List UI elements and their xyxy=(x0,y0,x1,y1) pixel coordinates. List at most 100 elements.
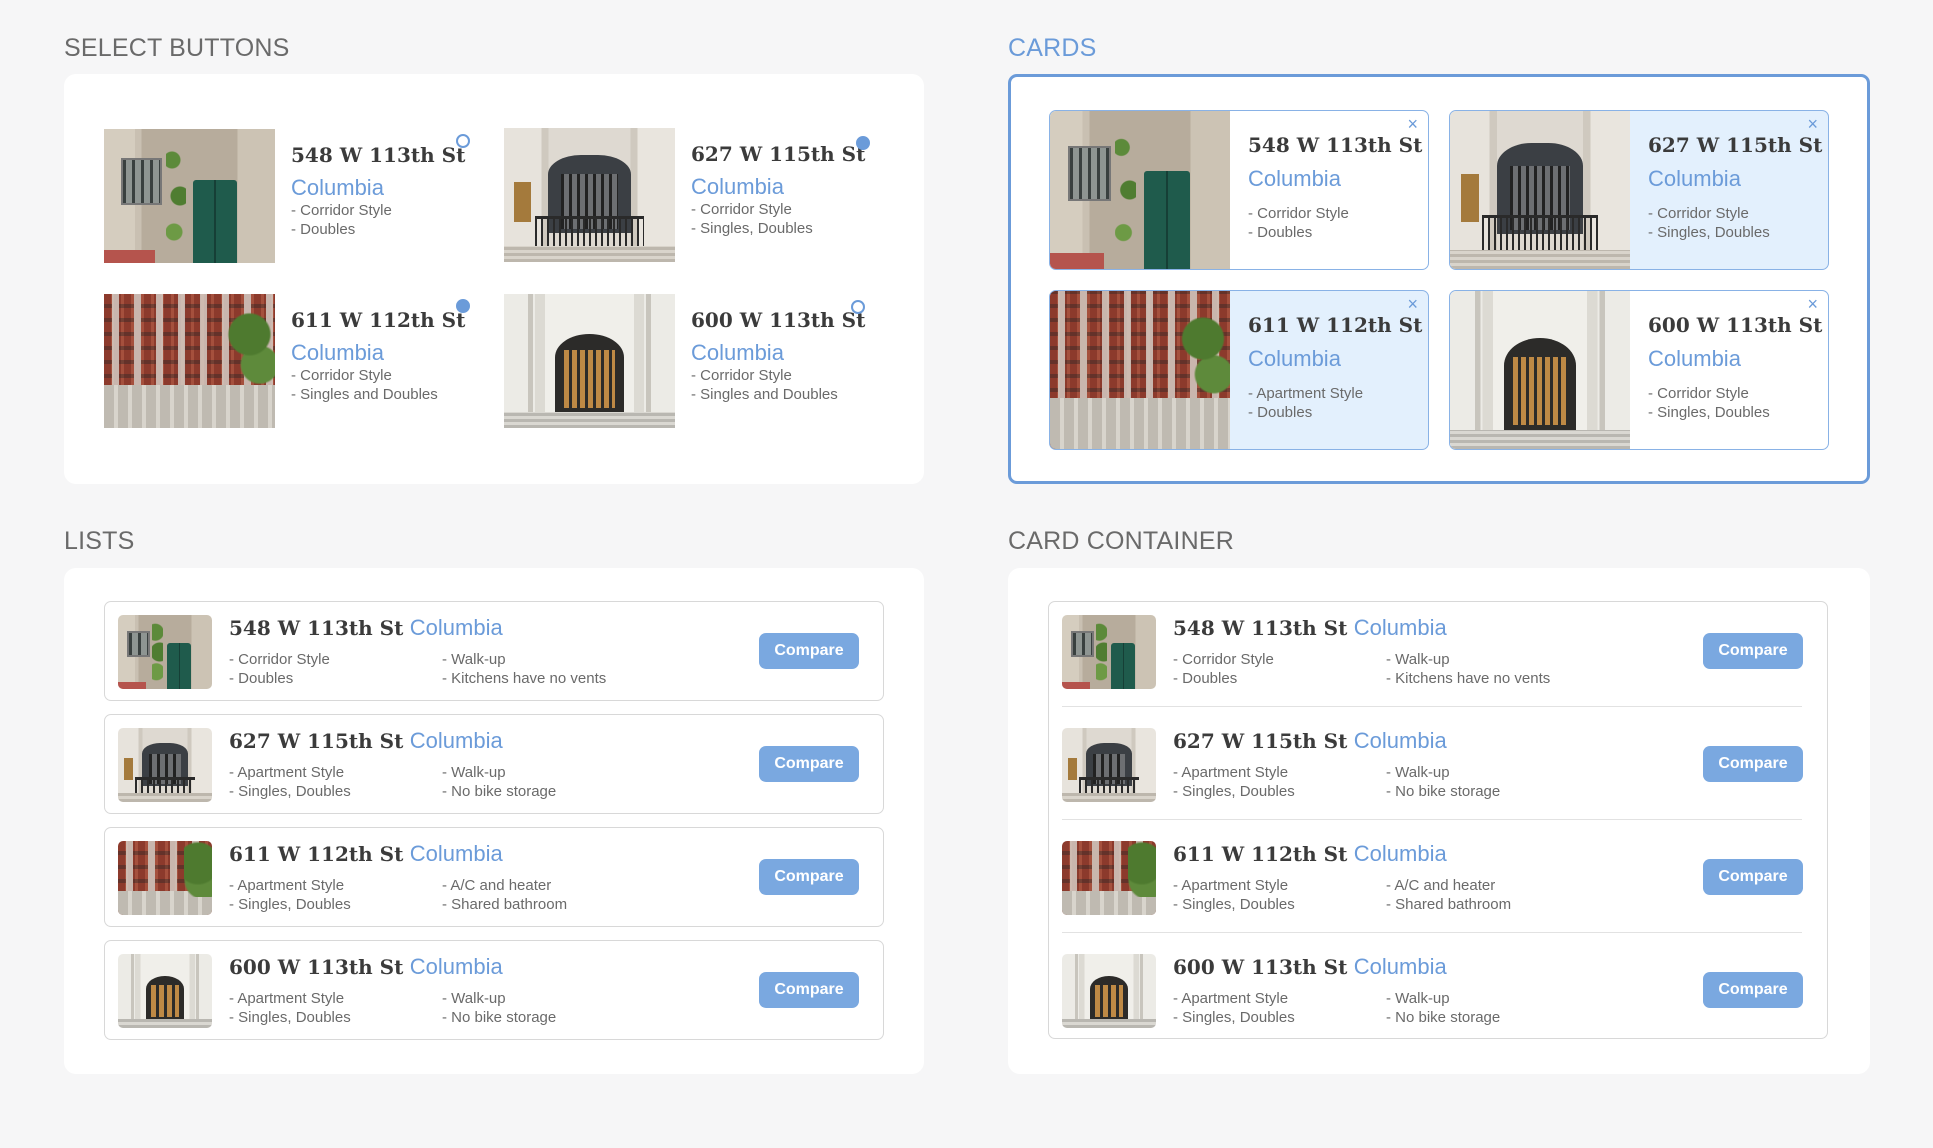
select-option-611[interactable]: 611 W 112th St Columbia - Corridor Style… xyxy=(104,294,465,428)
compare-button[interactable]: Compare xyxy=(1703,859,1803,895)
compare-button[interactable]: Compare xyxy=(1703,972,1803,1008)
listing-note: - No bike storage xyxy=(442,1009,557,1026)
section-title-card-container: CARD CONTAINER xyxy=(1008,527,1234,555)
listing-note: - Walk-up xyxy=(442,764,506,781)
radio-button-627[interactable] xyxy=(856,136,870,150)
listing-rooms: - Singles, Doubles xyxy=(1173,1009,1295,1026)
close-icon[interactable]: × xyxy=(1407,295,1418,313)
compare-button[interactable]: Compare xyxy=(759,972,859,1008)
listing-address: 600 W 113th St xyxy=(229,955,404,979)
listing-rooms: - Doubles xyxy=(1248,224,1313,241)
listing-address: 627 W 115th St xyxy=(1648,133,1823,157)
listing-rooms: - Singles, Doubles xyxy=(229,783,351,800)
listing-address: 548 W 113th St xyxy=(1248,133,1423,157)
close-icon[interactable]: × xyxy=(1807,115,1818,133)
listing-area: Columbia xyxy=(1648,346,1741,371)
listing-note: - A/C and heater xyxy=(1386,877,1496,894)
listing-style: - Corridor Style xyxy=(291,367,392,384)
building-photo xyxy=(1450,291,1630,449)
building-thumbnail xyxy=(118,728,212,802)
cards-panel: × 548 W 113th St Columbia - Corridor Sty… xyxy=(1008,74,1870,484)
listing-style: - Apartment Style xyxy=(229,990,345,1007)
listing-area: Columbia xyxy=(409,841,503,866)
building-photo xyxy=(104,129,275,263)
building-thumbnail xyxy=(1062,728,1156,802)
listing-area: Columbia xyxy=(1248,166,1341,191)
radio-button-548[interactable] xyxy=(456,134,470,148)
building-thumbnail xyxy=(118,954,212,1028)
compare-button[interactable]: Compare xyxy=(1703,633,1803,669)
compare-button[interactable]: Compare xyxy=(759,859,859,895)
listing-area: Columbia xyxy=(409,728,503,753)
listing-rooms: - Singles, Doubles xyxy=(1173,783,1295,800)
radio-button-600[interactable] xyxy=(851,300,865,314)
listing-area: Columbia xyxy=(1353,841,1447,866)
listing-address: 600 W 113th St xyxy=(1648,313,1823,337)
select-option-627[interactable]: 627 W 115th St Columbia - Corridor Style… xyxy=(504,128,865,262)
listing-style: - Corridor Style xyxy=(291,202,392,219)
listing-address: 611 W 112th St xyxy=(291,308,466,332)
card-container: 548 W 113th St Columbia - Corridor Style… xyxy=(1048,601,1828,1039)
list-item: 548 W 113th St Columbia - Corridor Style… xyxy=(104,601,884,701)
card-600[interactable]: × 600 W 113th St Columbia - Corridor Sty… xyxy=(1449,290,1829,450)
building-photo xyxy=(504,294,675,428)
list-item: 600 W 113th St Columbia - Apartment Styl… xyxy=(104,940,884,1040)
listing-style: - Corridor Style xyxy=(1648,385,1749,402)
listing-rooms: - Singles, Doubles xyxy=(1173,896,1295,913)
building-photo xyxy=(104,294,275,428)
compare-button[interactable]: Compare xyxy=(759,633,859,669)
listing-address: 627 W 115th St xyxy=(229,729,404,753)
listing-note: - Walk-up xyxy=(1386,990,1450,1007)
listing-area: Columbia xyxy=(291,340,384,365)
card-611[interactable]: × 611 W 112th St Columbia - Apartment St… xyxy=(1049,290,1429,450)
close-icon[interactable]: × xyxy=(1407,115,1418,133)
listing-address: 548 W 113th St xyxy=(229,616,404,640)
building-thumbnail xyxy=(1062,954,1156,1028)
listing-area: Columbia xyxy=(691,174,784,199)
listing-rooms: - Singles, Doubles xyxy=(1648,404,1770,421)
building-photo xyxy=(1050,291,1230,449)
select-option-600[interactable]: 600 W 113th St Columbia - Corridor Style… xyxy=(504,294,865,428)
listing-area: Columbia xyxy=(691,340,784,365)
listing-address: 600 W 113th St xyxy=(691,308,866,332)
listing-address: 548 W 113th St xyxy=(1173,616,1348,640)
listing-rooms: - Singles and Doubles xyxy=(691,386,838,403)
listing-style: - Corridor Style xyxy=(1248,205,1349,222)
list-item: 548 W 113th St Columbia - Corridor Style… xyxy=(1049,602,1827,702)
compare-button[interactable]: Compare xyxy=(759,746,859,782)
listing-note: - Shared bathroom xyxy=(442,896,568,913)
listing-address: 611 W 112th St xyxy=(1173,842,1348,866)
listing-rooms: - Doubles xyxy=(1248,404,1313,421)
listing-note: - No bike storage xyxy=(1386,783,1501,800)
listing-note: - Walk-up xyxy=(442,651,506,668)
listing-note: - Walk-up xyxy=(1386,651,1450,668)
listing-style: - Apartment Style xyxy=(1248,385,1364,402)
listing-address: 627 W 115th St xyxy=(1173,729,1348,753)
listing-note: - Walk-up xyxy=(1386,764,1450,781)
listing-rooms: - Doubles xyxy=(1173,670,1238,687)
compare-button[interactable]: Compare xyxy=(1703,746,1803,782)
listing-style: - Apartment Style xyxy=(1173,764,1289,781)
select-buttons-panel: 548 W 113th St Columbia - Corridor Style… xyxy=(64,74,924,484)
card-container-panel: 548 W 113th St Columbia - Corridor Style… xyxy=(1008,568,1870,1074)
card-627[interactable]: × 627 W 115th St Columbia - Corridor Sty… xyxy=(1449,110,1829,270)
listing-area: Columbia xyxy=(291,175,384,200)
building-photo xyxy=(1450,111,1630,269)
select-option-548[interactable]: 548 W 113th St Columbia - Corridor Style… xyxy=(104,129,465,263)
listing-note: - Kitchens have no vents xyxy=(1386,670,1551,687)
listing-style: - Apartment Style xyxy=(1173,990,1289,1007)
card-548[interactable]: × 548 W 113th St Columbia - Corridor Sty… xyxy=(1049,110,1429,270)
listing-address: 600 W 113th St xyxy=(1173,955,1348,979)
radio-button-611[interactable] xyxy=(456,299,470,313)
lists-panel: 548 W 113th St Columbia - Corridor Style… xyxy=(64,568,924,1074)
listing-rooms: - Singles and Doubles xyxy=(291,386,438,403)
list-item: 627 W 115th St Columbia - Apartment Styl… xyxy=(104,714,884,814)
close-icon[interactable]: × xyxy=(1807,295,1818,313)
list-item: 611 W 112th St Columbia - Apartment Styl… xyxy=(1049,828,1827,928)
listing-area: Columbia xyxy=(409,954,503,979)
listing-rooms: - Singles, Doubles xyxy=(229,1009,351,1026)
list-item: 627 W 115th St Columbia - Apartment Styl… xyxy=(1049,715,1827,815)
section-title-lists: LISTS xyxy=(64,527,135,555)
listing-address: 548 W 113th St xyxy=(291,143,466,167)
listing-note: - No bike storage xyxy=(1386,1009,1501,1026)
